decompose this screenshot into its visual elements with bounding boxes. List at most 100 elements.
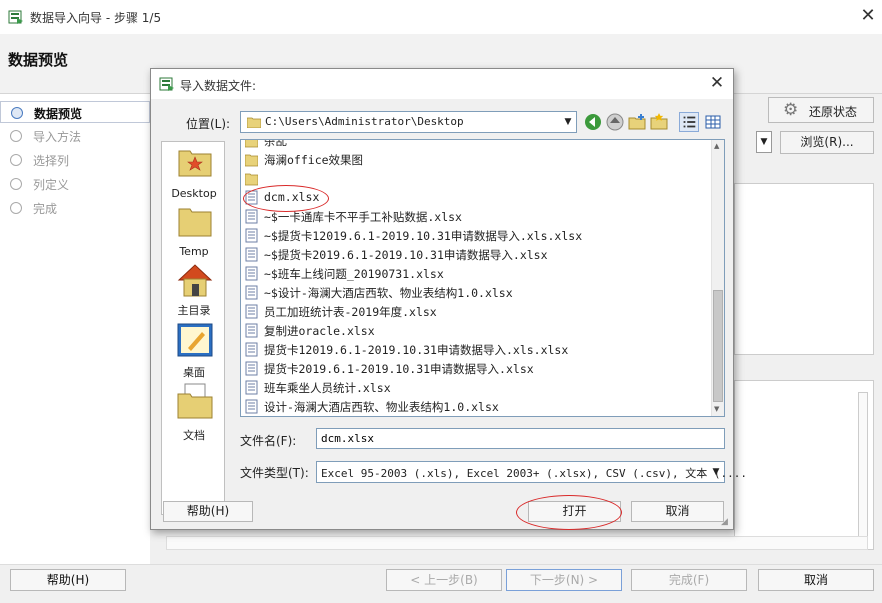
file-name: 员工加班统计表-2019年度.xlsx — [264, 305, 437, 319]
folder-list-item[interactable]: 海澜office效果图 — [243, 150, 711, 169]
folder-icon — [245, 154, 258, 167]
step-data-preview[interactable]: 数据预览 — [0, 101, 150, 123]
step-import-method: 导入方法 — [0, 125, 150, 147]
file-icon — [245, 228, 258, 243]
step-label: 列定义 — [33, 178, 70, 192]
file-list-item[interactable]: 员工加班统计表-2019年度.xlsx — [243, 302, 711, 321]
desktop-icon — [177, 323, 213, 357]
wizard-cancel-button[interactable]: 取消 — [758, 569, 874, 591]
wizard-finish-button[interactable]: 完成(F) — [631, 569, 747, 591]
details-view-icon[interactable] — [703, 112, 723, 132]
database-import-icon — [8, 10, 23, 24]
step-label: 数据预览 — [34, 107, 83, 121]
file-combo-dropdown-icon[interactable]: ▼ — [756, 131, 772, 153]
filetype-select[interactable]: Excel 95-2003 (.xls), Excel 2003+ (.xlsx… — [316, 461, 747, 483]
place-label: Desktop — [171, 187, 217, 200]
documents-folder-icon — [177, 383, 213, 419]
filename-label: 文件名(F): — [240, 434, 297, 448]
file-list[interactable]: 杂乱 海澜office效果图 dcm.xlsx ~$一卡通库卡不平手工补贴数据.xls… — [240, 139, 725, 417]
file-name: 提货卡2019.6.1-2019.10.31申请数据导入.xlsx — [264, 362, 534, 376]
wizard-steps: 数据预览 导入方法 选择列 列定义 完成 — [0, 94, 150, 564]
folder-list-item[interactable] — [243, 169, 711, 188]
browse-button[interactable]: 浏览(R)... — [780, 131, 874, 154]
new-folder-icon[interactable] — [627, 112, 647, 132]
place-temp[interactable]: Temp — [162, 204, 226, 258]
file-list-item[interactable]: ~$提货卡2019.6.1-2019.10.31申请数据导入.xlsx — [243, 245, 711, 264]
folder-icon — [245, 173, 258, 186]
file-name: ~$提货卡12019.6.1-2019.10.31申请数据导入.xls.xlsx — [264, 229, 583, 243]
step-column-definition: 列定义 — [0, 173, 150, 195]
place-desktop-cn[interactable]: 桌面 — [162, 322, 226, 379]
desktop-folder-icon — [178, 150, 212, 177]
dialog-title: 导入数据文件: — [180, 79, 257, 93]
file-icon — [245, 304, 258, 319]
filename-input[interactable] — [316, 428, 725, 449]
chevron-down-icon[interactable]: ▼ — [560, 112, 576, 132]
location-label: 位置(L): — [186, 117, 231, 131]
step-dot-icon — [10, 154, 22, 166]
wizard-close-icon[interactable]: ✕ — [858, 6, 878, 26]
wizard-next-button[interactable]: 下一步(N) > — [506, 569, 622, 591]
file-icon — [245, 399, 258, 414]
file-name: 提货卡12019.6.1-2019.10.31申请数据导入.xls.xlsx — [264, 343, 569, 357]
file-icon — [245, 323, 258, 338]
back-icon[interactable] — [583, 112, 603, 132]
step-label: 导入方法 — [33, 130, 82, 144]
step-select-columns: 选择列 — [0, 149, 150, 171]
scrollbar-thumb[interactable] — [713, 290, 723, 402]
file-name: 设计-海澜大酒店西软、物业表结构1.0.xlsx — [264, 400, 499, 414]
preview-horizontal-scrollbar[interactable] — [166, 536, 868, 550]
preview-scrollbar[interactable] — [858, 392, 868, 537]
filetype-value: Excel 95-2003 (.xls), Excel 2003+ (.xlsx… — [321, 467, 747, 480]
dialog-close-icon[interactable]: ✕ — [707, 73, 727, 93]
gear-icon: ⚙ — [783, 100, 799, 120]
file-list-item[interactable]: ~$班车上线问题_20190731.xlsx — [243, 264, 711, 283]
home-folder-icon[interactable] — [649, 112, 669, 132]
import-file-dialog: 导入数据文件: ✕ 位置(L): C:\Users\Administrator\… — [150, 68, 747, 530]
location-combo[interactable]: C:\Users\Administrator\Desktop ▼ — [240, 111, 577, 133]
file-list-scrollbar[interactable]: ▲ ▼ — [711, 140, 724, 416]
folder-icon — [247, 117, 261, 128]
step-finish: 完成 — [0, 197, 150, 219]
restore-state-button[interactable]: ⚙ 还原状态 — [768, 97, 874, 123]
file-list-item[interactable]: 提货卡12019.6.1-2019.10.31申请数据导入.xls.xlsx — [243, 340, 711, 359]
database-import-icon — [159, 77, 174, 91]
file-list-item[interactable]: 复制进oracle.xlsx — [243, 321, 711, 340]
wizard-title: 数据导入向导 - 步骤 1/5 — [30, 11, 162, 25]
chevron-down-icon[interactable]: ▼ — [708, 462, 724, 482]
file-icon — [245, 247, 258, 262]
folder-list-item[interactable]: 杂乱 — [243, 140, 711, 150]
filetype-label: 文件类型(T): — [240, 466, 309, 480]
wizard-help-button[interactable]: 帮助(H) — [10, 569, 126, 591]
file-name: ~$设计-海澜大酒店西软、物业表结构1.0.xlsx — [264, 286, 513, 300]
place-desktop[interactable]: Desktop — [162, 146, 226, 200]
scroll-down-icon[interactable]: ▼ — [714, 405, 719, 413]
place-home[interactable]: 主目录 — [162, 262, 226, 317]
restore-state-label: 还原状态 — [809, 105, 858, 119]
file-list-item[interactable]: ~$一卡通库卡不平手工补贴数据.xlsx — [243, 207, 711, 226]
folder-icon — [178, 208, 212, 237]
up-folder-icon[interactable] — [605, 112, 625, 132]
annotation-circle-dcm — [243, 185, 329, 212]
page-title: 数据预览 — [8, 51, 69, 69]
file-list-item[interactable]: ~$提货卡12019.6.1-2019.10.31申请数据导入.xls.xlsx — [243, 226, 711, 245]
list-view-icon[interactable] — [679, 112, 699, 132]
step-dot-icon — [10, 202, 22, 214]
resize-grip-icon[interactable]: ◢ — [721, 517, 731, 527]
file-list-item[interactable]: 班车乘坐人员统计.xlsx — [243, 378, 711, 397]
dialog-cancel-button[interactable]: 取消 — [631, 501, 724, 522]
folder-icon — [245, 140, 258, 148]
file-list-item[interactable]: 提货卡2019.6.1-2019.10.31申请数据导入.xlsx — [243, 359, 711, 378]
step-label: 完成 — [33, 202, 58, 216]
place-label: 主目录 — [177, 304, 211, 317]
scroll-up-icon[interactable]: ▲ — [714, 142, 719, 150]
file-list-item[interactable]: ~$设计-海澜大酒店西软、物业表结构1.0.xlsx — [243, 283, 711, 302]
file-name: 复制进oracle.xlsx — [264, 324, 375, 338]
wizard-prev-button[interactable]: < 上一步(B) — [386, 569, 502, 591]
step-label: 选择列 — [33, 154, 70, 168]
dialog-help-button[interactable]: 帮助(H) — [163, 501, 253, 522]
file-list-item[interactable]: 设计-海澜大酒店西软、物业表结构1.0.xlsx — [243, 397, 711, 416]
file-icon — [245, 209, 258, 224]
step-dot-icon — [10, 178, 22, 190]
place-documents[interactable]: 文档 — [162, 382, 226, 442]
